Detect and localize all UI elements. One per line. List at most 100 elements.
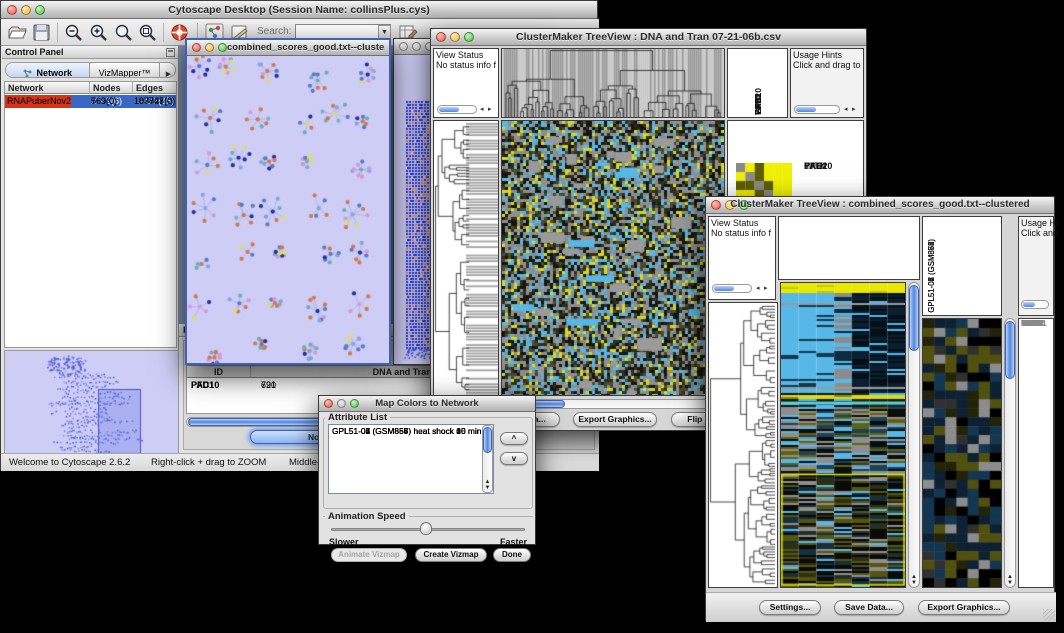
row-dendrogram[interactable] [708, 302, 778, 588]
network-name: RNAPuberNov2+| [5, 95, 71, 108]
zoom-button[interactable] [218, 43, 227, 52]
close-button[interactable] [192, 43, 201, 52]
status-zoom-hint: Right-click + drag to ZOOM [151, 458, 266, 469]
usage-hints-line2: Click and [1021, 228, 1058, 239]
desktop-screen: Cytoscape Desktop (Session Name: collins… [0, 0, 1064, 633]
faster-label: Faster [500, 537, 527, 548]
treeview2-title: ClusterMaker TreeView : combined_scores_… [706, 199, 1054, 210]
resize-grip[interactable] [1043, 609, 1055, 621]
export-graphics-button[interactable]: Export Graphics... [918, 600, 1010, 615]
speed-slider-thumb[interactable] [420, 522, 432, 535]
search-label: Search: [257, 27, 291, 38]
tab-vizmapper[interactable]: VizMapper™ [90, 63, 160, 77]
window-title: Cytoscape Desktop (Session Name: collins… [1, 4, 597, 16]
network-edges-count: 107847(0) [134, 95, 175, 108]
treeview2-body: View Status No status info f ◂▸ ▲▼ GPL51… [706, 214, 1056, 622]
open-file-icon[interactable] [7, 22, 28, 43]
usage-hints-line1: Usage Hints [793, 50, 842, 61]
view-status-scrollbar[interactable]: ◂▸ [437, 104, 497, 115]
minimize-button[interactable] [205, 43, 214, 52]
save-data-button[interactable]: Save Data... [834, 600, 904, 615]
usage-hints-scrollbar[interactable]: ◂▸ [794, 104, 862, 115]
move-up-button[interactable]: ^ [500, 432, 528, 445]
column-label[interactable]: GPL51-08 (GSM872) [927, 239, 936, 313]
view-status-panel: View Status No status info f ◂▸ [433, 48, 499, 118]
col-header-edges[interactable]: Edges [133, 82, 176, 94]
column-label[interactable]: PAC10 [753, 88, 763, 115]
zoom-vscrollbar[interactable]: ▲▼ [1004, 318, 1016, 588]
network1-canvas[interactable] [187, 56, 389, 363]
zoom-out-icon[interactable] [63, 22, 84, 43]
gene-label[interactable]: MON2 [1021, 320, 1044, 328]
control-panel-tabs: Network VizMapper™ ▶ [5, 62, 176, 78]
attr-row-value: 790 [261, 379, 276, 391]
network1-titlebar[interactable]: combined_scores_good.txt--cluste... [187, 40, 389, 56]
view-status-line2: No status info f [711, 228, 771, 239]
zoom-fit-icon[interactable] [137, 22, 158, 43]
float-panel-icon[interactable] [166, 48, 175, 57]
usage-hints-panel: Usage Hi Click and [1018, 216, 1054, 316]
view-status-line1: View Status [436, 50, 483, 61]
control-panel-header: Control Panel [2, 46, 178, 59]
treeview1-title: ClusterMaker TreeView : DNA and Tran 07-… [431, 31, 866, 43]
global-heatmap[interactable] [780, 282, 906, 588]
control-panel: Control Panel Network VizMapper™ ▶ Netwo… [2, 46, 179, 453]
view-status-line2: No status info f [436, 60, 496, 71]
move-down-button[interactable]: v [500, 452, 528, 465]
desktop-titlebar[interactable]: Cytoscape Desktop (Session Name: collins… [1, 1, 597, 19]
attribute-item[interactable]: GPL51-07 (GSM868) heat shock 60 min [330, 426, 481, 437]
global-heatmap[interactable] [501, 120, 725, 396]
zoom-selected-icon[interactable] [113, 22, 134, 43]
attribute-listbox[interactable]: GPL51-01 (GSM854) heat shock 05 minGPL51… [328, 424, 494, 494]
gene-labels-panel: PFD1YRA1RNR4MSL1SPC98CLN1NIS1BUD4ELG1MAK… [1018, 318, 1054, 588]
usage-hints-scrollbar[interactable] [1021, 299, 1053, 310]
column-dendrogram-panel [778, 216, 920, 280]
usage-hints-line2: Click and drag to [793, 60, 861, 71]
search-dropdown-button[interactable]: ▼ [378, 25, 391, 39]
dialog-titlebar[interactable]: Map Colors to Network [319, 396, 535, 412]
treeview2-titlebar[interactable]: ClusterMaker TreeView : combined_scores_… [706, 197, 1054, 214]
view-status-line1: View Status [711, 218, 758, 229]
toolbar-separator [163, 23, 164, 42]
attr-row-id: PFD1 [191, 379, 214, 391]
animate-vizmap-button[interactable]: Animate Vizmap [331, 548, 407, 562]
zoom-in-icon[interactable] [88, 22, 109, 43]
slower-label: Slower [329, 537, 359, 548]
zoom-heatmap[interactable] [922, 318, 1002, 588]
column-labels-panel: GPL51-01 (GSM854)GPL51-02 (GSM855)GPL51-… [922, 216, 1002, 316]
usage-hints-line1: Usage Hi [1021, 218, 1058, 229]
treeview2-window: ClusterMaker TreeView : combined_scores_… [705, 196, 1055, 621]
birdseye-view[interactable] [4, 350, 179, 455]
row-dendrogram[interactable] [433, 120, 499, 396]
create-vizmap-button[interactable]: Create Vizmap [415, 548, 487, 562]
status-welcome: Welcome to Cytoscape 2.6.2 [9, 458, 130, 469]
col-header-id[interactable]: ID [187, 366, 251, 378]
close-button[interactable] [399, 42, 408, 51]
done-button[interactable]: Done [493, 548, 531, 562]
dialog-title: Map Colors to Network [319, 398, 535, 409]
gene-label[interactable]: PAC10 [804, 161, 832, 172]
network1-title: combined_scores_good.txt--cluste... [227, 42, 385, 53]
usage-hints-panel: Usage Hints Click and drag to ◂▸ [790, 48, 864, 118]
network-nodes-count: 563(0) [91, 95, 117, 108]
tab-network[interactable]: Network [6, 63, 90, 77]
column-dendrogram[interactable] [501, 48, 725, 118]
save-icon[interactable] [31, 22, 52, 43]
toolbar-separator [57, 23, 58, 42]
dialog-body: Attribute List GPL51-01 (GSM854) heat sh… [319, 412, 537, 546]
list-vscrollbar[interactable]: ▲▼ [482, 425, 493, 493]
minimize-button[interactable] [412, 42, 421, 51]
network-tree-panel: Network Nodes Edges combined_scores 2764… [4, 81, 177, 348]
export-graphics-button[interactable]: Export Graphics... [573, 412, 657, 427]
map-colors-dialog: Map Colors to Network Attribute List GPL… [318, 395, 536, 545]
tab-overflow-button[interactable]: ▶ [160, 63, 176, 77]
treeview1-titlebar[interactable]: ClusterMaker TreeView : DNA and Tran 07-… [431, 29, 866, 46]
network-row[interactable]: RNAPuberNov2+| 563(0) 107847(0) [5, 95, 176, 108]
view-status-scrollbar[interactable]: ◂▸ [712, 283, 774, 294]
col-header-network[interactable]: Network [5, 82, 90, 94]
global-vscrollbar[interactable]: ▲▼ [908, 282, 920, 588]
settings-button[interactable]: Settings... [759, 600, 821, 615]
status-middle-hint: Middle- [289, 458, 320, 469]
col-header-nodes[interactable]: Nodes [90, 82, 133, 94]
control-panel-title: Control Panel [5, 47, 64, 58]
